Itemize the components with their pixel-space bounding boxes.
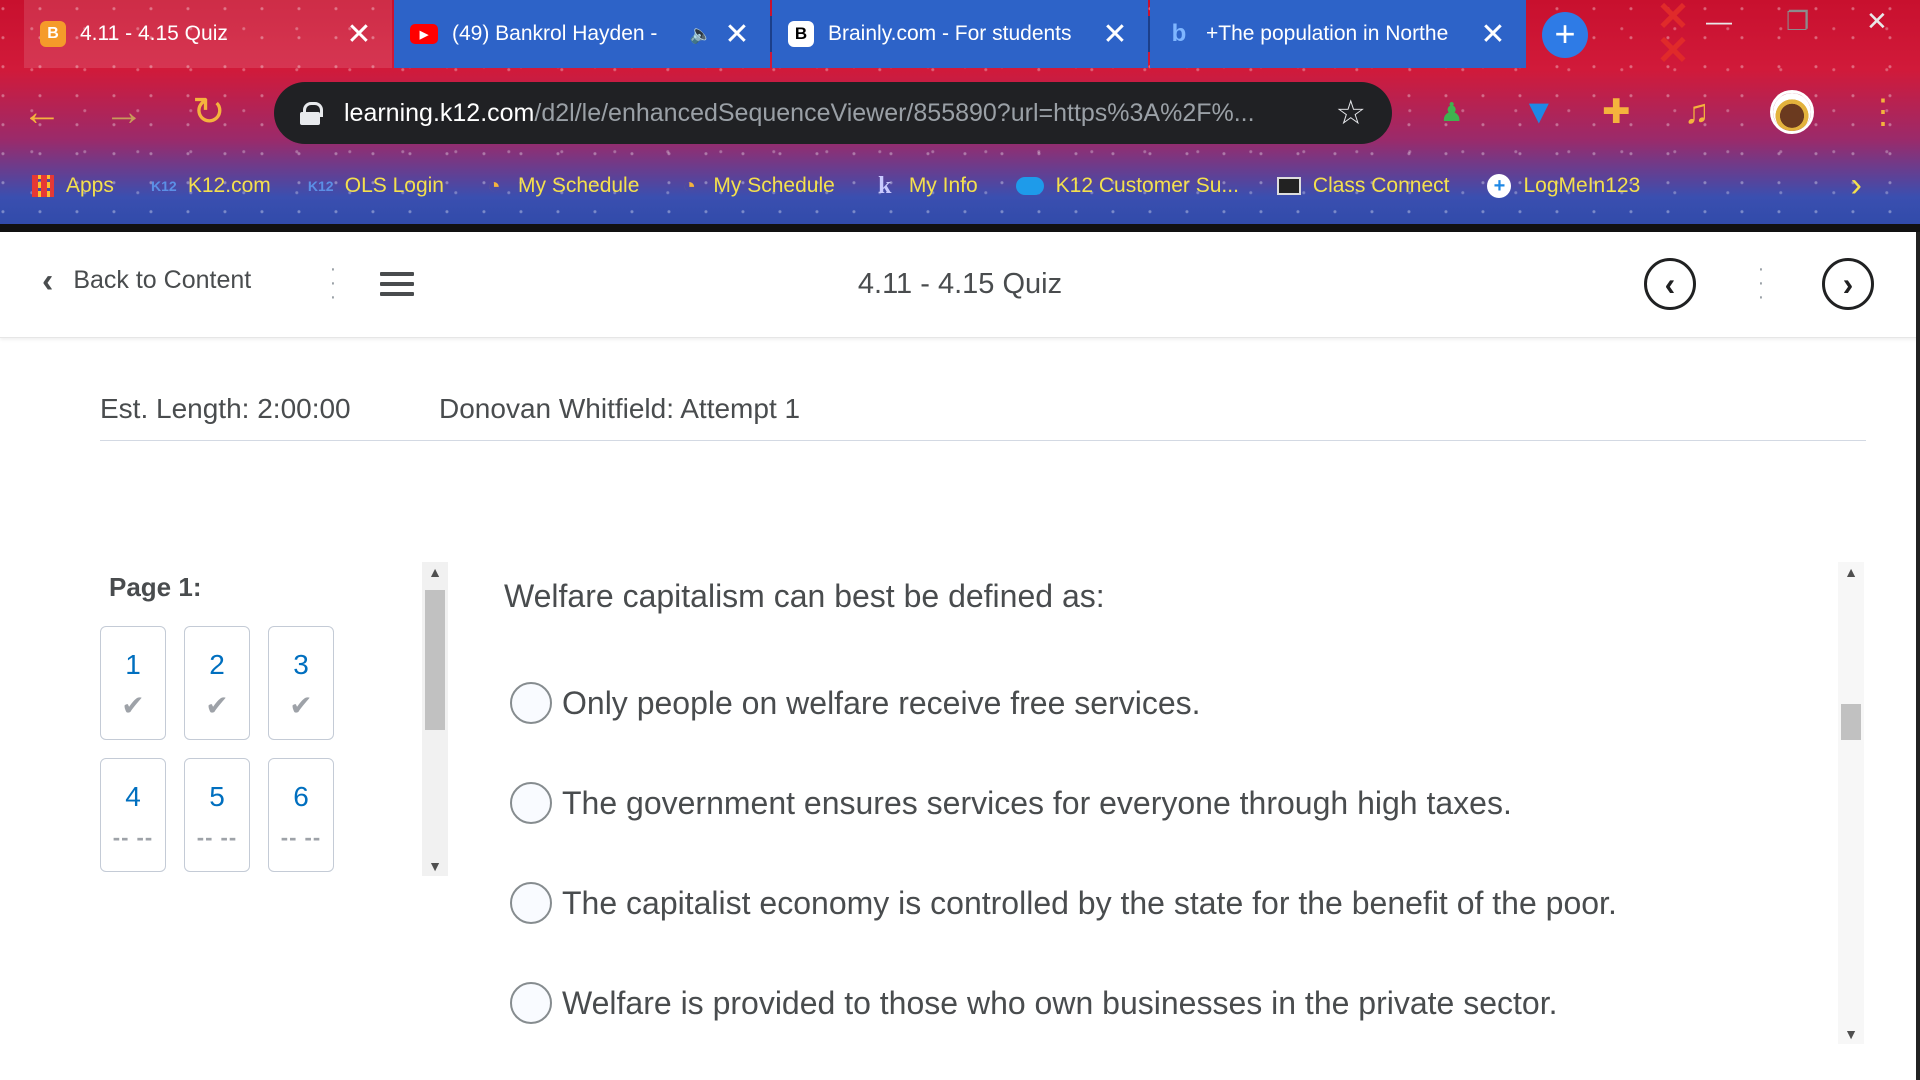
scroll-down-icon[interactable]: ▼ <box>1838 1024 1864 1044</box>
bing-icon: b <box>1171 20 1187 47</box>
new-tab-button[interactable]: + <box>1542 12 1588 58</box>
cloud-icon <box>1015 177 1044 195</box>
bookmark-logmein123[interactable]: + LogMeIn123 <box>1487 174 1640 198</box>
tab-youtube[interactable]: ▶ (49) Bankrol Hayden - 🔈 ✕ <box>394 0 770 68</box>
tab-title: +The population in Northe <box>1206 22 1449 45</box>
scroll-thumb[interactable] <box>425 590 445 730</box>
unanswered-dash: -- -- <box>196 825 238 850</box>
question-text: Welfare capitalism can best be defined a… <box>504 578 1105 614</box>
close-icon[interactable]: ✕ <box>720 17 754 52</box>
quiz-meta: Est. Length: 2:00:00 Donovan Whitfield: … <box>100 393 1866 441</box>
brainly-icon: B <box>788 21 814 47</box>
page-title: 4.11 - 4.15 Quiz <box>857 268 1063 300</box>
bookmarks-bar: Apps K12 K12.com K12 OLS Login ◔ My Sche… <box>0 162 1920 210</box>
tab-bing[interactable]: b +The population in Northe ✕ <box>1150 0 1526 68</box>
page-label: Page 1: <box>109 572 202 602</box>
youtube-icon: ▶ <box>410 24 438 44</box>
restore-icon[interactable]: ❐ <box>1786 6 1809 37</box>
extensions-puzzle-icon[interactable]: ✚ <box>1602 90 1631 134</box>
extension-shirt-icon[interactable]: ▼ <box>1522 90 1556 134</box>
unanswered-dash: -- -- <box>280 825 322 850</box>
tab-brainly[interactable]: B Brainly.com - For students ✕ <box>772 0 1148 68</box>
bookmark-class-connect[interactable]: Class Connect <box>1276 174 1449 198</box>
forward-arrow-icon[interactable]: → <box>104 90 144 134</box>
question-nav-4[interactable]: 4 -- -- <box>100 758 166 872</box>
page-header: ‹ Back to Content · · · 4.11 - 4.15 Quiz ‹… <box>0 232 1920 338</box>
bookmark-apps[interactable]: Apps <box>32 174 114 198</box>
brightspace-icon: B <box>40 21 66 47</box>
video-icon <box>1276 177 1301 195</box>
question-nav-1[interactable]: 1 ✔ <box>100 626 166 740</box>
scroll-up-icon[interactable]: ▲ <box>1838 562 1864 582</box>
checkmark-icon: ✔ <box>121 690 145 721</box>
attempt-info: Donovan Whitfield: Attempt 1 <box>439 393 801 424</box>
next-button[interactable]: › <box>1822 258 1874 310</box>
unanswered-dash: -- -- <box>112 825 154 850</box>
tab-title: (49) Bankrol Hayden - <box>452 22 658 45</box>
tab-quiz[interactable]: B 4.11 - 4.15 Quiz ✕ <box>24 0 392 68</box>
bookmark-my-schedule-2[interactable]: ◔ My Schedule <box>677 173 835 198</box>
scroll-down-icon[interactable]: ▼ <box>422 856 448 876</box>
question-nav-3[interactable]: 3 ✔ <box>268 626 334 740</box>
content-scrollbar[interactable]: ▲ ▼ <box>1838 562 1864 1044</box>
bookmark-k12[interactable]: K12 K12.com <box>151 174 271 198</box>
bookmark-my-schedule[interactable]: ◔ My Schedule <box>482 173 639 198</box>
k12-icon: K12 <box>151 178 177 194</box>
checkmark-icon: ✔ <box>205 690 229 721</box>
k-info-icon: k <box>878 172 892 199</box>
schedule-icon: ◔ <box>487 173 501 198</box>
bookmark-my-info[interactable]: k My Info <box>873 172 978 199</box>
answer-option-3[interactable]: The capitalist economy is controlled by … <box>510 882 1617 924</box>
media-playlist-icon[interactable]: ♫ <box>1684 90 1710 134</box>
schedule-icon: ◔ <box>682 173 697 198</box>
url-text[interactable]: learning.k12.com/d2l/le/enhancedSequence… <box>344 99 1324 128</box>
tab-title: Brainly.com - For students <box>828 22 1072 45</box>
previous-button[interactable]: ‹ <box>1644 258 1696 310</box>
estimated-length: Est. Length: 2:00:00 <box>100 393 351 424</box>
plus-circle-icon: + <box>1487 174 1512 198</box>
question-nav-5[interactable]: 5 -- -- <box>184 758 250 872</box>
browser-chrome: B 4.11 - 4.15 Quiz ✕ ▶ (49) Bankrol Hayd… <box>0 0 1920 232</box>
avatar[interactable] <box>1770 90 1814 134</box>
close-icon[interactable]: ✕ <box>1098 17 1132 52</box>
radio-button[interactable] <box>510 682 552 724</box>
checkmark-icon: ✔ <box>289 690 313 721</box>
question-nav-2[interactable]: 2 ✔ <box>184 626 250 740</box>
answer-option-4[interactable]: Welfare is provided to those who own bus… <box>510 982 1558 1024</box>
question-nav-6[interactable]: 6 -- -- <box>268 758 334 872</box>
bookmark-k12-customer-support[interactable]: K12 Customer Su... <box>1015 174 1239 198</box>
nav-scrollbar[interactable]: ▲ ▼ <box>422 562 448 876</box>
reload-icon[interactable]: ↻ <box>192 90 226 134</box>
scroll-up-icon[interactable]: ▲ <box>422 562 448 582</box>
close-icon[interactable]: ✕ <box>1476 17 1510 52</box>
answer-option-2[interactable]: The government ensures services for ever… <box>510 782 1512 824</box>
close-icon[interactable]: ✕ <box>342 17 376 52</box>
address-bar[interactable]: learning.k12.com/d2l/le/enhancedSequence… <box>274 82 1392 144</box>
apps-grid-icon <box>32 175 54 197</box>
speaker-icon[interactable]: 🔈 <box>690 24 712 45</box>
back-arrow-icon[interactable]: ← <box>22 90 62 134</box>
k12-icon: K12 <box>307 178 334 194</box>
decorative-x-icon: ✕ ✕ <box>1656 0 1690 73</box>
radio-button[interactable] <box>510 982 552 1024</box>
close-window-icon[interactable]: ✕ <box>1866 6 1888 37</box>
chevron-right-icon[interactable]: › <box>1851 168 1862 202</box>
radio-button[interactable] <box>510 782 552 824</box>
radio-button[interactable] <box>510 882 552 924</box>
extension-figure-icon[interactable]: ♟ <box>1440 90 1463 134</box>
minimize-icon[interactable]: — <box>1706 6 1732 37</box>
bookmark-star-icon[interactable]: ☆ <box>1336 93 1366 133</box>
tab-title: 4.11 - 4.15 Quiz <box>80 22 228 45</box>
vertical-dots-icon: · · · <box>1757 258 1765 308</box>
scroll-thumb[interactable] <box>1841 704 1861 740</box>
answer-option-1[interactable]: Only people on welfare receive free serv… <box>510 682 1201 724</box>
menu-kebab-icon[interactable]: ⋮ <box>1866 90 1900 134</box>
lock-icon[interactable] <box>300 102 323 125</box>
window-edge <box>1916 232 1920 1080</box>
bookmark-ols-login[interactable]: K12 OLS Login <box>307 174 444 198</box>
